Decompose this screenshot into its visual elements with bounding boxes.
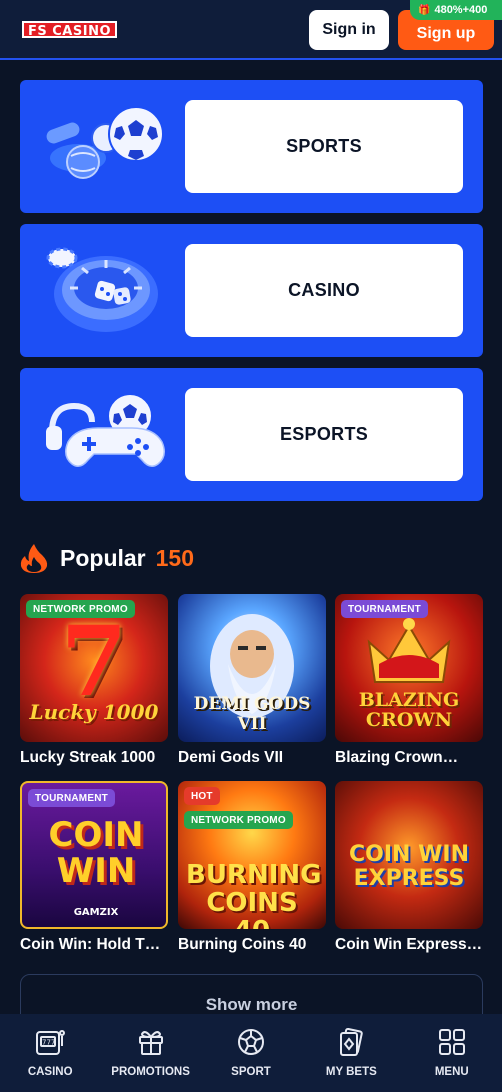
bonus-badge: 🎁 480%+400	[410, 0, 502, 20]
game-name[interactable]: Lucky Streak 1000	[20, 749, 168, 767]
game-thumbnail[interactable]: COIN WIN GAMZIX TOURNAMENT	[20, 781, 168, 929]
game-card[interactable]: BLAZING CROWN TOURNAMENT Blazing Crown…	[335, 594, 483, 767]
game-name[interactable]: Coin Win Express:…	[335, 936, 483, 954]
gamepad-icon	[46, 393, 165, 467]
sports-balls-icon	[46, 106, 164, 179]
esports-button[interactable]: ESPORTS	[185, 388, 463, 481]
sports-button[interactable]: SPORTS	[185, 100, 463, 193]
game-card[interactable]: COIN WIN GAMZIX TOURNAMENT Coin Win: Hol…	[20, 781, 168, 954]
gift-icon	[138, 1031, 163, 1055]
game-name[interactable]: Burning Coins 40	[178, 936, 326, 954]
grid-icon	[438, 1029, 465, 1055]
bottom-navigation: 777 CASINO PROMOTIONS SPORT MY BETS MENU	[0, 1014, 502, 1092]
category-card-casino[interactable]: CASINO	[20, 224, 483, 357]
popular-count: 150	[155, 544, 194, 571]
game-tag: NETWORK PROMO	[26, 600, 135, 618]
slot-machine-icon: 777	[36, 1030, 66, 1055]
logo[interactable]: FS CASINO	[22, 20, 118, 39]
header: FS CASINO Sign in Sign up 🎁 480%+400	[0, 0, 502, 60]
svg-text:777: 777	[42, 1039, 55, 1047]
nav-my-bets-label: MY BETS	[325, 1066, 377, 1078]
game-art-title: BURNING COINS 40	[186, 860, 322, 929]
game-card[interactable]: COIN WIN EXPRESS Coin Win Express:…	[335, 781, 483, 954]
nav-casino-label: CASINO	[27, 1066, 73, 1078]
game-card[interactable]: BURNING COINS 40 HOT NETWORK PROMO Burni…	[178, 781, 326, 954]
game-thumbnail[interactable]: 7 Lucky 1000 NETWORK PROMO	[20, 594, 168, 742]
popular-title: Popular	[60, 544, 146, 571]
game-tag: NETWORK PROMO	[184, 811, 293, 829]
category-card-esports[interactable]: ESPORTS	[20, 368, 483, 501]
game-thumbnail[interactable]: COIN WIN EXPRESS	[335, 781, 483, 929]
game-thumbnail[interactable]: DEMI GODS VII	[178, 594, 326, 742]
nav-my-bets[interactable]: MY BETS	[301, 1026, 401, 1078]
game-name[interactable]: Blazing Crown…	[335, 749, 483, 767]
logo-text: FS CASINO	[22, 20, 118, 39]
game-name[interactable]: Coin Win: Hold Th…	[20, 936, 168, 954]
soccer-ball-icon	[237, 1029, 264, 1055]
nav-menu[interactable]: MENU	[402, 1026, 502, 1078]
casino-button[interactable]: CASINO	[185, 244, 463, 337]
nav-promotions[interactable]: PROMOTIONS	[101, 1026, 201, 1078]
game-tag: HOT	[184, 787, 220, 805]
flame-icon	[20, 544, 48, 573]
game-art-title: COIN WIN	[48, 815, 144, 891]
category-card-sports[interactable]: SPORTS	[20, 80, 483, 213]
game-thumbnail[interactable]: BLAZING CROWN TOURNAMENT	[335, 594, 483, 742]
game-art-title: DEMI GODS VII	[193, 694, 311, 734]
game-tag: TOURNAMENT	[341, 600, 428, 618]
game-card[interactable]: DEMI GODS VII Demi Gods VII	[178, 594, 326, 767]
cards-icon	[340, 1027, 364, 1056]
nav-menu-label: MENU	[434, 1066, 469, 1078]
sign-in-button[interactable]: Sign in	[309, 10, 389, 50]
game-art-title: BLAZING CROWN	[358, 689, 460, 731]
game-art-title: COIN WIN EXPRESS	[349, 842, 469, 891]
game-name[interactable]: Demi Gods VII	[178, 749, 326, 767]
gift-icon: 🎁	[418, 4, 431, 16]
roulette-icon	[46, 247, 158, 332]
nav-sport-label: SPORT	[231, 1066, 271, 1078]
popular-heading: Popular 150	[20, 541, 194, 575]
game-thumbnail[interactable]: BURNING COINS 40 HOT NETWORK PROMO	[178, 781, 326, 929]
game-card[interactable]: 7 Lucky 1000 NETWORK PROMO Lucky Streak …	[20, 594, 168, 767]
bonus-badge-text: 480%+400	[434, 4, 488, 16]
nav-casino[interactable]: 777 CASINO	[0, 1026, 100, 1078]
nav-sport[interactable]: SPORT	[201, 1026, 301, 1078]
game-tag: TOURNAMENT	[28, 789, 115, 807]
game-art-title: Lucky 1000	[29, 700, 159, 724]
nav-promotions-label: PROMOTIONS	[111, 1066, 190, 1078]
